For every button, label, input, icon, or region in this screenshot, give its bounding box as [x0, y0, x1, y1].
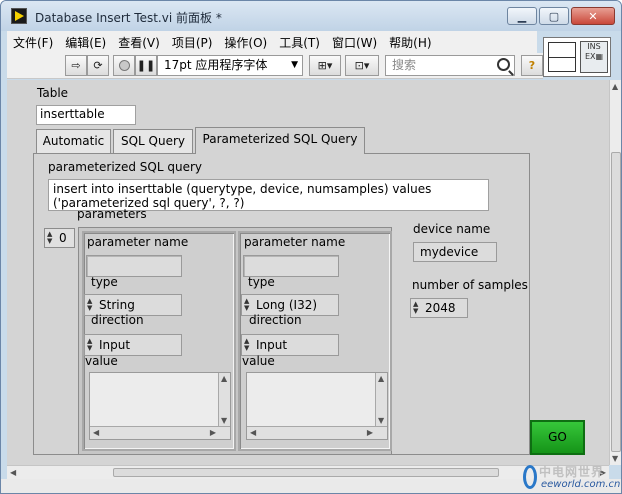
- ring-arrows-icon[interactable]: ▲ ▼: [244, 338, 252, 352]
- parameter-name-label: parameter name: [244, 235, 346, 249]
- abort-icon[interactable]: [113, 55, 135, 76]
- direction-label: direction: [91, 313, 144, 327]
- value-listbox[interactable]: ▲ ▼ ◀ ▶: [246, 372, 388, 440]
- go-button[interactable]: GO: [530, 420, 585, 455]
- watermark-en: eeworld.com.cn: [541, 479, 621, 490]
- panel-vertical-scrollbar[interactable]: ▲ ▼: [609, 80, 621, 465]
- align-objects-icon[interactable]: ⊞▾: [309, 55, 341, 76]
- direction-ring[interactable]: ▲ ▼ Input: [241, 334, 339, 356]
- search-input[interactable]: 搜索: [385, 55, 515, 76]
- type-label: type: [248, 275, 275, 289]
- menu-edit[interactable]: 编辑(E): [65, 34, 106, 51]
- vi-icon-label: INS: [587, 42, 601, 51]
- scroll-left-icon[interactable]: ◀: [10, 468, 16, 477]
- parameters-label: parameters: [77, 207, 147, 221]
- value-horizontal-scrollbar[interactable]: ◀ ▶: [247, 426, 387, 439]
- value-label: value: [242, 354, 275, 368]
- ring-arrows-icon[interactable]: ▲ ▼: [244, 298, 252, 312]
- scroll-up-icon[interactable]: ▲: [612, 82, 618, 91]
- table-input[interactable]: inserttable: [36, 105, 136, 125]
- tab-parameterized-sql-query[interactable]: Parameterized SQL Query: [195, 127, 365, 154]
- watermark: 中电网世界 eeworld.com.cn: [521, 463, 621, 493]
- scroll-right-icon[interactable]: ▶: [210, 428, 216, 437]
- value-listbox[interactable]: ▲ ▼ ◀ ▶: [89, 372, 231, 440]
- menu-view[interactable]: 查看(V): [118, 34, 160, 51]
- parameter-name-label: parameter name: [87, 235, 189, 249]
- vi-icon-image: INS EX▦: [580, 41, 608, 73]
- title-bar[interactable]: Database Insert Test.vi 前面板 * ▁ ▢ ✕: [1, 1, 621, 31]
- increment-decrement-icon[interactable]: ▲ ▼: [47, 231, 55, 245]
- table-label: Table: [37, 86, 69, 100]
- menu-project[interactable]: 项目(P): [172, 34, 213, 51]
- device-name-field[interactable]: mydevice: [413, 242, 497, 262]
- maximize-button[interactable]: ▢: [539, 7, 569, 25]
- type-value: Long (I32): [256, 298, 318, 312]
- font-select-value: 17pt 应用程序字体: [164, 58, 268, 72]
- eeworld-logo-icon: [523, 465, 537, 489]
- direction-label: direction: [249, 313, 302, 327]
- ring-arrows-icon[interactable]: ▲ ▼: [87, 298, 95, 312]
- number-of-samples-label: number of samples: [412, 278, 528, 292]
- chevron-down-icon: ▼: [291, 60, 298, 70]
- panel-horizontal-scrollbar[interactable]: ◀ ▶: [7, 465, 609, 479]
- direction-value: Input: [256, 338, 288, 352]
- sql-query-line-1: insert into inserttable (querytype, devi…: [53, 182, 432, 196]
- context-help-icon[interactable]: ?: [521, 55, 543, 76]
- device-name-label: device name: [413, 222, 491, 236]
- tab-sql-query[interactable]: SQL Query: [113, 129, 193, 154]
- scroll-down-icon[interactable]: ▼: [378, 416, 384, 425]
- run-arrow-icon[interactable]: ⇨: [65, 55, 87, 76]
- number-of-samples-input[interactable]: ▲ ▼ 2048: [410, 298, 468, 318]
- value-vertical-scrollbar[interactable]: ▲ ▼: [218, 373, 230, 427]
- scroll-up-icon[interactable]: ▲: [378, 374, 384, 383]
- parameter-name-input[interactable]: [243, 255, 339, 277]
- scroll-up-icon[interactable]: ▲: [221, 374, 227, 383]
- scroll-right-icon[interactable]: ▶: [367, 428, 373, 437]
- scroll-down-icon[interactable]: ▼: [221, 416, 227, 425]
- type-label: type: [91, 275, 118, 289]
- menu-operate[interactable]: 操作(O): [224, 34, 267, 51]
- number-of-samples-value: 2048: [425, 301, 456, 315]
- parameter-name-input[interactable]: [86, 255, 182, 277]
- pause-icon[interactable]: ❚❚: [135, 55, 157, 76]
- horizontal-scroll-thumb[interactable]: [113, 468, 499, 477]
- vertical-scroll-thumb[interactable]: [611, 152, 621, 452]
- toolbar: ⇨ ⟳ ❚❚ 17pt 应用程序字体 ▼ ⊞▾ ⊡▾ 搜索 ?: [7, 53, 543, 79]
- run-continuously-icon[interactable]: ⟳: [87, 55, 109, 76]
- tab-automatic[interactable]: Automatic: [36, 129, 111, 154]
- sql-query-label: parameterized SQL query: [48, 160, 203, 174]
- value-label: value: [85, 354, 118, 368]
- increment-decrement-icon[interactable]: ▲ ▼: [413, 301, 421, 315]
- menu-window[interactable]: 窗口(W): [332, 34, 377, 51]
- font-select[interactable]: 17pt 应用程序字体 ▼: [157, 55, 303, 76]
- scroll-down-icon[interactable]: ▼: [612, 454, 618, 463]
- distribute-objects-icon[interactable]: ⊡▾: [345, 55, 379, 76]
- menu-help[interactable]: 帮助(H): [389, 34, 431, 51]
- type-value: String: [99, 298, 135, 312]
- search-icon[interactable]: [497, 58, 510, 71]
- value-horizontal-scrollbar[interactable]: ◀ ▶: [90, 426, 230, 439]
- array-index-control[interactable]: ▲ ▼ 0: [44, 228, 75, 248]
- connector-pane[interactable]: INS EX▦: [543, 37, 611, 77]
- connector-pane-terminals: [548, 42, 576, 72]
- labview-front-panel-window: Database Insert Test.vi 前面板 * ▁ ▢ ✕ 文件(F…: [0, 0, 622, 494]
- array-index-value: 0: [59, 231, 67, 245]
- value-vertical-scrollbar[interactable]: ▲ ▼: [375, 373, 387, 427]
- minimize-button[interactable]: ▁: [507, 7, 537, 25]
- labview-vi-icon: [11, 8, 27, 24]
- scroll-left-icon[interactable]: ◀: [250, 428, 256, 437]
- watermark-cn: 中电网世界: [539, 465, 605, 479]
- menu-tools[interactable]: 工具(T): [279, 34, 320, 51]
- search-placeholder: 搜索: [392, 58, 417, 72]
- scroll-left-icon[interactable]: ◀: [93, 428, 99, 437]
- window-controls: ▁ ▢ ✕: [507, 7, 615, 25]
- menu-bar: 文件(F) 编辑(E) 查看(V) 项目(P) 操作(O) 工具(T) 窗口(W…: [7, 31, 537, 53]
- close-button[interactable]: ✕: [571, 7, 615, 25]
- direction-ring[interactable]: ▲ ▼ Input: [84, 334, 182, 356]
- window-title: Database Insert Test.vi 前面板 *: [35, 11, 222, 25]
- direction-value: Input: [99, 338, 131, 352]
- menu-file[interactable]: 文件(F): [13, 34, 53, 51]
- ring-arrows-icon[interactable]: ▲ ▼: [87, 338, 95, 352]
